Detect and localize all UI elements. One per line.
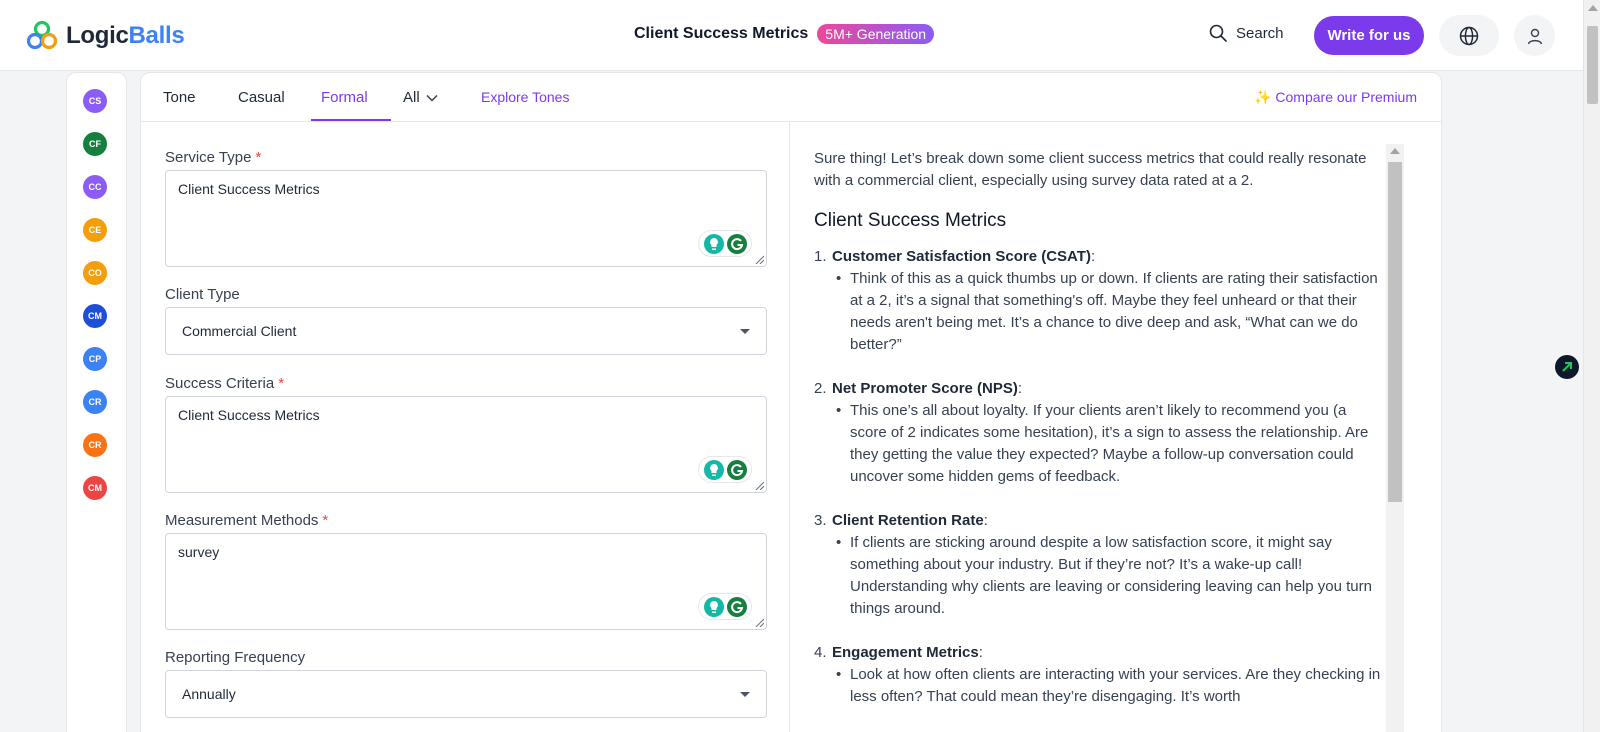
input-form: Service Type * Client Success Metrics Cli… (141, 122, 790, 732)
search-button[interactable]: Search (1209, 24, 1284, 42)
grammarly-floating-button[interactable] (1555, 355, 1579, 379)
writing-assistant-widget[interactable] (698, 456, 752, 483)
list-item-body: If clients are sticking around despite a… (832, 532, 1386, 620)
sidebar-item[interactable]: CO (83, 261, 107, 285)
lightbulb-icon (703, 233, 724, 254)
grammarly-icon (726, 459, 747, 480)
active-tab-indicator (311, 119, 391, 121)
writing-assistant-widget[interactable] (698, 230, 752, 257)
sidebar-item[interactable]: CR (83, 390, 107, 414)
title-area: Client Success Metrics 5M+ Generation (634, 24, 935, 44)
service-type-value: Client Success Metrics (178, 181, 320, 197)
client-type-label: Client Type (165, 286, 240, 303)
tool-sidebar: CS CF CC CE CO CM CP CR CR CM (66, 72, 127, 732)
sidebar-item[interactable]: CM (83, 304, 107, 328)
sidebar-item[interactable]: CE (83, 218, 107, 242)
sidebar-item[interactable]: CP (83, 347, 107, 371)
success-criteria-label: Success Criteria * (165, 375, 285, 392)
output-intro: Sure thing! Let’s break down some client… (814, 150, 1367, 189)
sidebar-item[interactable]: CR (83, 433, 107, 457)
tab-all-dropdown[interactable]: All (403, 89, 438, 106)
measurement-methods-field[interactable]: survey (165, 533, 767, 630)
scrollbar-thumb[interactable] (1587, 26, 1598, 104)
main-card: Tone Casual Formal All Explore Tones ✨ C… (140, 72, 1442, 732)
grammarly-icon (726, 596, 747, 617)
tab-tone[interactable]: Tone (163, 89, 196, 106)
resize-handle-icon[interactable] (755, 255, 764, 264)
user-icon (1527, 28, 1542, 44)
writing-assistant-widget[interactable] (698, 593, 752, 620)
write-for-us-button[interactable]: Write for us (1314, 16, 1424, 55)
top-header: LogicBalls Client Success Metrics 5M+ Ge… (0, 0, 1583, 71)
logo[interactable]: LogicBalls (24, 18, 185, 54)
lightbulb-icon (703, 459, 724, 480)
grammarly-icon (726, 233, 747, 254)
sidebar-item[interactable]: CS (83, 89, 107, 113)
account-button[interactable] (1514, 15, 1555, 56)
measurement-methods-value: survey (178, 544, 220, 560)
service-type-field[interactable]: Client Success Metrics (165, 170, 767, 267)
resize-handle-icon[interactable] (755, 618, 764, 627)
sidebar-item[interactable]: CC (83, 175, 107, 199)
globe-icon (1459, 26, 1479, 45)
page-scrollbar[interactable] (1583, 0, 1600, 732)
reporting-frequency-select[interactable]: Annually (165, 670, 767, 718)
client-type-select[interactable]: Commercial Client (165, 307, 767, 355)
dropdown-caret-icon (740, 692, 750, 697)
list-item: 3.Client Retention Rate: If clients are … (814, 510, 1386, 620)
client-type-value: Commercial Client (182, 323, 297, 339)
tab-formal[interactable]: Formal (321, 89, 368, 106)
search-label: Search (1236, 24, 1284, 42)
list-item-body: Think of this as a quick thumbs up or do… (832, 268, 1386, 356)
explore-tones-link[interactable]: Explore Tones (481, 89, 569, 105)
output-scrollbar[interactable] (1386, 144, 1404, 732)
tab-casual[interactable]: Casual (238, 89, 285, 106)
output-heading: Client Success Metrics (814, 210, 1007, 231)
list-item: 4.Engagement Metrics: Look at how often … (814, 642, 1386, 708)
list-item-body: This one’s all about loyalty. If your cl… (832, 400, 1386, 488)
success-criteria-field[interactable]: Client Success Metrics (165, 396, 767, 493)
logo-text: LogicBalls (66, 22, 185, 49)
logo-icon (26, 20, 58, 50)
measurement-methods-label: Measurement Methods * (165, 512, 329, 529)
chevron-down-icon (426, 94, 438, 102)
generation-badge: 5M+ Generation (817, 24, 935, 44)
scroll-up-arrow[interactable] (1588, 5, 1598, 11)
sidebar-item[interactable]: CF (83, 132, 107, 156)
reporting-frequency-label: Reporting Frequency (165, 649, 306, 666)
list-item-body: Look at how often clients are interactin… (832, 664, 1386, 708)
list-item: 2.Net Promoter Score (NPS): This one’s a… (814, 378, 1386, 488)
generated-output: Sure thing! Let’s break down some client… (814, 148, 1386, 730)
language-button[interactable] (1439, 15, 1499, 56)
reporting-frequency-value: Annually (182, 686, 236, 702)
tone-tabs: Tone Casual Formal All Explore Tones ✨ C… (141, 73, 1441, 122)
search-icon (1209, 24, 1227, 42)
sidebar-item[interactable]: CM (83, 476, 107, 500)
service-type-label: Service Type * (165, 149, 262, 166)
list-item: 1.Customer Satisfaction Score (CSAT): Th… (814, 246, 1386, 356)
lightbulb-icon (703, 596, 724, 617)
dropdown-caret-icon (740, 329, 750, 334)
metrics-list: 1.Customer Satisfaction Score (CSAT): Th… (814, 246, 1386, 708)
page-title: Client Success Metrics (634, 25, 809, 42)
tab-all-label: All (403, 89, 420, 106)
resize-handle-icon[interactable] (755, 481, 764, 490)
output-panel: Sure thing! Let’s break down some client… (790, 122, 1441, 732)
scroll-up-arrow[interactable] (1390, 148, 1400, 154)
compare-premium-link[interactable]: ✨ Compare our Premium (1254, 89, 1417, 106)
success-criteria-value: Client Success Metrics (178, 407, 320, 423)
grammarly-icon (1562, 362, 1572, 372)
scrollbar-thumb[interactable] (1388, 162, 1402, 502)
